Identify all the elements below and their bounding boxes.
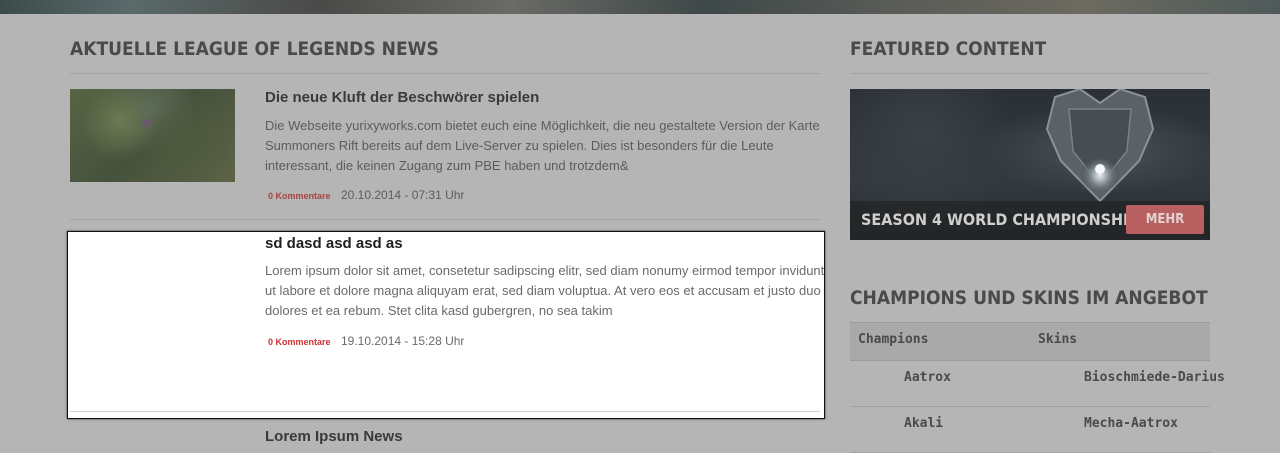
featured-title-divider [850,73,1210,74]
comments-link[interactable]: 0 Kommentare [268,191,331,201]
news-excerpt: Die Webseite yurixyworks.com bietet euch… [265,118,820,173]
news-date: 20.10.2014 - 07:31 Uhr [340,188,465,202]
trophy-icon [1045,89,1155,203]
featured-section-title: FEATURED CONTENT [850,38,1047,60]
table-row: Akali Mecha-Aatrox [850,406,1210,453]
skin-name[interactable]: Mecha-Aatrox [1084,416,1178,431]
news-title-divider [70,73,820,74]
skin-name[interactable]: Bioschmiede-Darius [1084,370,1225,385]
offers-table-header: Champions Skins [850,322,1210,361]
champion-name[interactable]: Aatrox [904,370,951,385]
more-button[interactable]: MEHR [1126,205,1204,234]
comments-link[interactable]: 0 Kommentare [268,337,331,347]
news-title-link[interactable]: Lorem Ipsum News [265,428,403,445]
news-meta: 0 Kommentare 20.10.2014 - 07:31 Uhr [268,186,464,204]
news-item-divider [70,219,820,220]
header-banner-image [0,0,1280,14]
table-row: Aatrox Bioschmiede-Darius [850,360,1225,407]
news-thumbnail[interactable] [70,89,235,182]
featured-banner[interactable]: SEASON 4 WORLD CHAMPIONSHIP MEHR [850,89,1210,240]
news-title-link[interactable]: sd dasd asd asd as [265,235,403,252]
offers-section-title: CHAMPIONS UND SKINS IM ANGEBOT [850,287,1208,309]
champion-name[interactable]: Akali [904,416,943,431]
featured-caption: SEASON 4 WORLD CHAMPIONSHIP [861,210,1139,229]
news-date: 19.10.2014 - 15:28 Uhr [340,334,465,348]
column-header-champions: Champions [858,332,929,347]
news-item-divider [70,411,820,412]
news-meta: 0 Kommentare 19.10.2014 - 15:28 Uhr [268,332,464,350]
news-excerpt: Lorem ipsum dolor sit amet, consetetur s… [265,263,825,318]
news-title-link[interactable]: Die neue Kluft der Beschwörer spielen [265,89,539,106]
column-header-skins: Skins [1038,332,1078,347]
news-section-title: AKTUELLE LEAGUE OF LEGENDS NEWS [70,38,439,60]
highlighted-news-item[interactable] [67,231,825,419]
